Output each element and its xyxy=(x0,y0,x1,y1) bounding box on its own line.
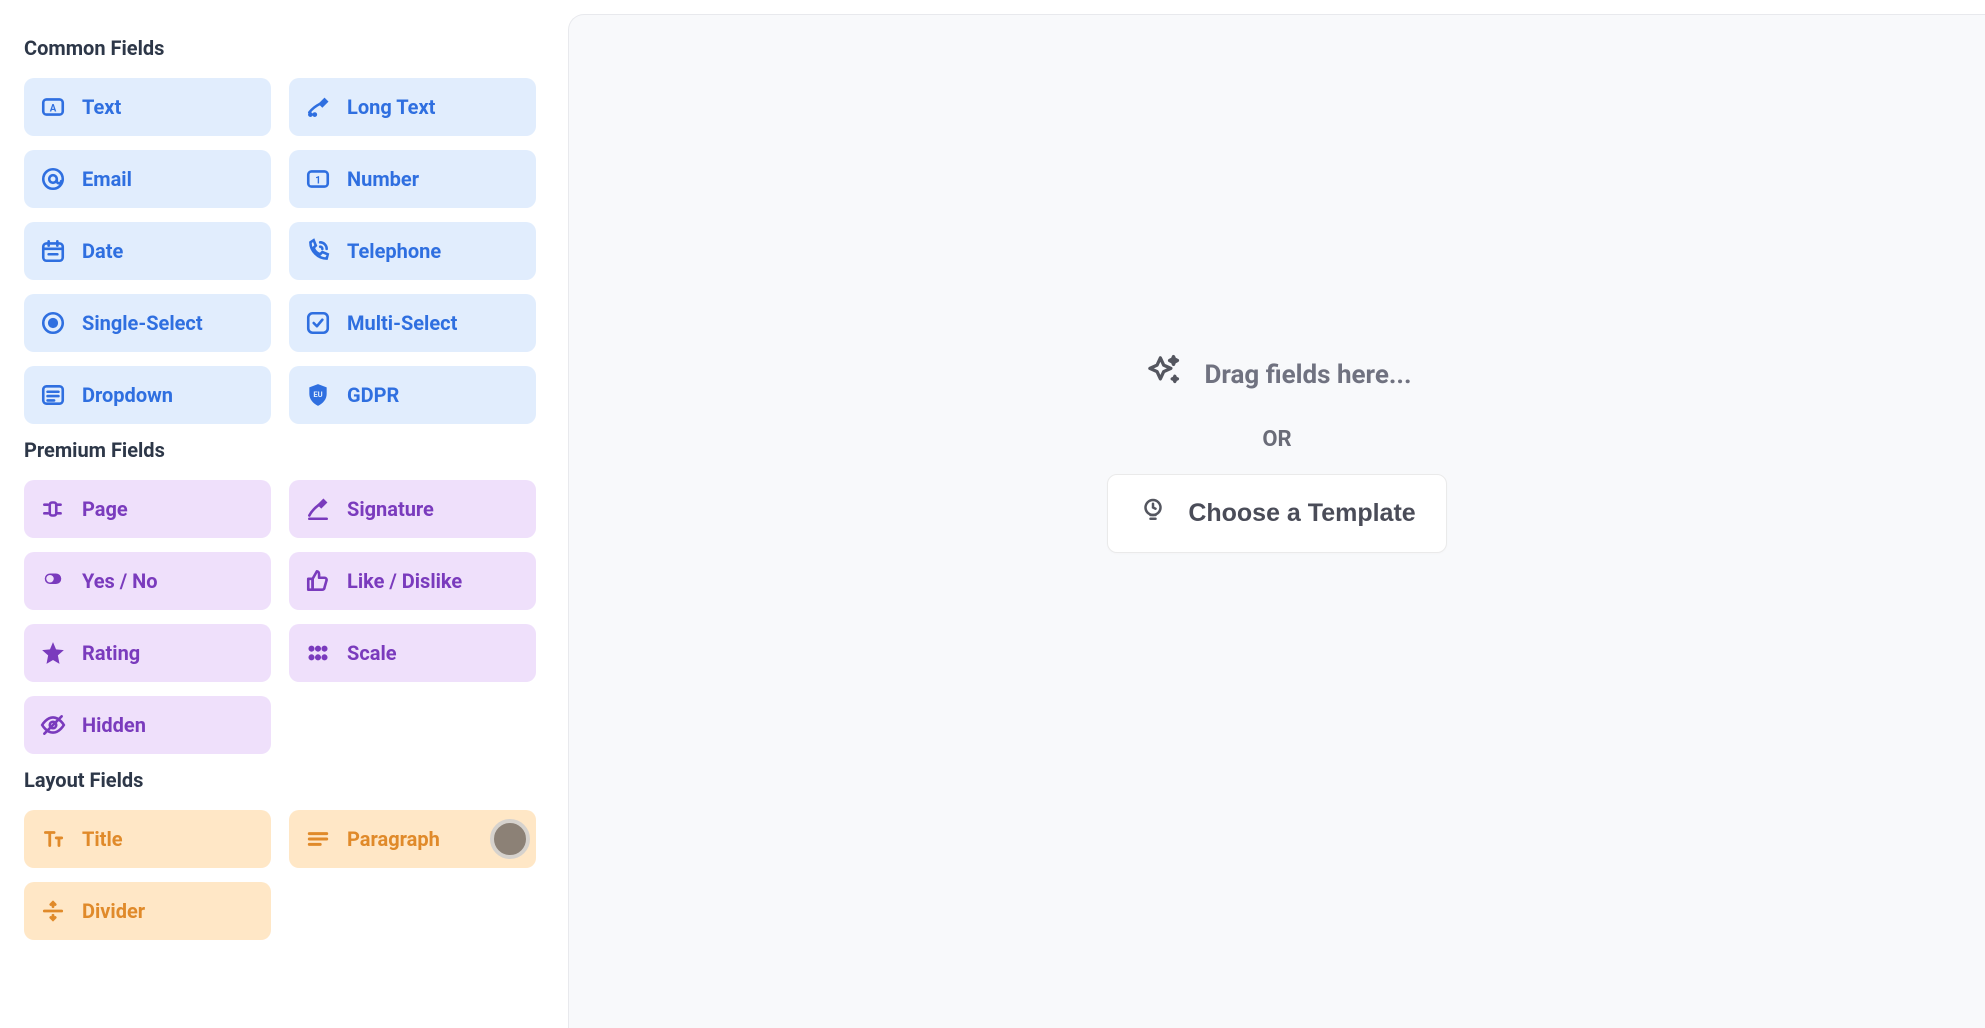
field-hidden[interactable]: Hidden xyxy=(24,696,271,754)
field-single-select[interactable]: Single-Select xyxy=(24,294,271,352)
lightbulb-icon xyxy=(1138,495,1168,532)
scale-icon xyxy=(303,638,333,668)
premium-fields-heading: Premium Fields xyxy=(24,438,536,462)
cursor-indicator xyxy=(490,819,530,859)
drag-hint: Drag fields here... xyxy=(1142,350,1411,399)
sparkle-icon xyxy=(1142,350,1184,399)
layout-fields-heading: Layout Fields xyxy=(24,768,536,792)
field-text[interactable]: A Text xyxy=(24,78,271,136)
choose-template-button[interactable]: Choose a Template xyxy=(1107,474,1446,553)
common-fields-heading: Common Fields xyxy=(24,36,536,60)
template-button-label: Choose a Template xyxy=(1188,499,1415,528)
field-scale[interactable]: Scale xyxy=(289,624,536,682)
drag-hint-text: Drag fields here... xyxy=(1204,360,1411,390)
radio-icon xyxy=(38,308,68,338)
field-dropdown[interactable]: Dropdown xyxy=(24,366,271,424)
field-divider[interactable]: Divider xyxy=(24,882,271,940)
field-title[interactable]: Title xyxy=(24,810,271,868)
common-fields-grid: A Text Long Text Email 1 Number xyxy=(24,78,536,424)
field-label: Text xyxy=(82,95,121,119)
svg-text:A: A xyxy=(50,103,57,114)
field-number[interactable]: 1 Number xyxy=(289,150,536,208)
field-label: Long Text xyxy=(347,95,435,119)
field-email[interactable]: Email xyxy=(24,150,271,208)
premium-fields-grid: Page Signature Yes / No Like / Dislike R… xyxy=(24,480,536,754)
field-label: Hidden xyxy=(82,713,146,737)
field-label: Page xyxy=(82,497,128,521)
divider-icon xyxy=(38,896,68,926)
field-label: Dropdown xyxy=(82,383,173,407)
field-label: Yes / No xyxy=(82,569,158,593)
svg-text:EU: EU xyxy=(313,390,322,399)
date-icon xyxy=(38,236,68,266)
email-icon xyxy=(38,164,68,194)
field-multi-select[interactable]: Multi-Select xyxy=(289,294,536,352)
field-label: Divider xyxy=(82,899,145,923)
signature-icon xyxy=(303,494,333,524)
star-icon xyxy=(38,638,68,668)
field-page[interactable]: Page xyxy=(24,480,271,538)
field-label: Multi-Select xyxy=(347,311,457,335)
thumb-icon xyxy=(303,566,333,596)
number-icon: 1 xyxy=(303,164,333,194)
field-label: Like / Dislike xyxy=(347,569,462,593)
field-yes-no[interactable]: Yes / No xyxy=(24,552,271,610)
long-text-icon xyxy=(303,92,333,122)
field-label: Rating xyxy=(82,641,140,665)
field-date[interactable]: Date xyxy=(24,222,271,280)
field-label: Single-Select xyxy=(82,311,203,335)
form-canvas[interactable]: Drag fields here... OR Choose a Template xyxy=(568,14,1985,1028)
gdpr-icon: EU xyxy=(303,380,333,410)
field-rating[interactable]: Rating xyxy=(24,624,271,682)
fields-sidebar: Common Fields A Text Long Text Email 1 N… xyxy=(0,0,560,1028)
layout-fields-grid: Title Paragraph Divider xyxy=(24,810,536,940)
field-signature[interactable]: Signature xyxy=(289,480,536,538)
field-label: GDPR xyxy=(347,383,399,407)
toggle-icon xyxy=(38,566,68,596)
field-gdpr[interactable]: EU GDPR xyxy=(289,366,536,424)
field-label: Title xyxy=(82,827,123,851)
svg-text:1: 1 xyxy=(315,175,321,186)
field-label: Signature xyxy=(347,497,434,521)
field-label: Scale xyxy=(347,641,397,665)
phone-icon xyxy=(303,236,333,266)
field-telephone[interactable]: Telephone xyxy=(289,222,536,280)
field-label: Paragraph xyxy=(347,827,440,851)
or-separator: OR xyxy=(1262,427,1291,452)
field-label: Number xyxy=(347,167,419,191)
field-label: Email xyxy=(82,167,132,191)
field-label: Telephone xyxy=(347,239,441,263)
paragraph-icon xyxy=(303,824,333,854)
page-icon xyxy=(38,494,68,524)
checkbox-icon xyxy=(303,308,333,338)
field-like-dislike[interactable]: Like / Dislike xyxy=(289,552,536,610)
text-icon: A xyxy=(38,92,68,122)
dropdown-icon xyxy=(38,380,68,410)
field-label: Date xyxy=(82,239,123,263)
title-icon xyxy=(38,824,68,854)
hidden-icon xyxy=(38,710,68,740)
field-paragraph[interactable]: Paragraph xyxy=(289,810,536,868)
field-long-text[interactable]: Long Text xyxy=(289,78,536,136)
